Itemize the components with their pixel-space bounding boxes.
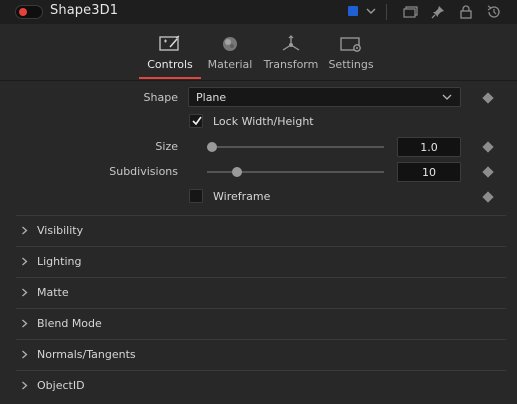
chevron-right-icon xyxy=(22,226,28,235)
wireframe-label: Wireframe xyxy=(213,190,271,203)
subdivisions-value: 10 xyxy=(422,166,436,179)
active-tab-indicator xyxy=(139,77,201,79)
node-enable-toggle[interactable] xyxy=(15,5,43,19)
size-slider-track[interactable] xyxy=(207,146,384,148)
chevron-right-icon xyxy=(22,350,28,359)
shape-dropdown-value: Plane xyxy=(196,91,227,104)
color-chip[interactable] xyxy=(348,6,358,16)
lock-width-height-label: Lock Width/Height xyxy=(213,115,314,128)
size-input[interactable]: 1.0 xyxy=(397,137,461,157)
checkmark-icon xyxy=(192,116,202,126)
pin-icon[interactable] xyxy=(429,3,447,21)
section-objectid-label: ObjectID xyxy=(37,379,85,392)
shape-keyframe-button[interactable] xyxy=(482,92,494,104)
tab-controls[interactable]: Controls xyxy=(139,34,201,80)
shape-label: Shape xyxy=(143,91,178,104)
subdivisions-keyframe-button[interactable] xyxy=(482,166,494,178)
material-icon xyxy=(223,37,237,51)
tab-transform[interactable]: Transform xyxy=(260,34,322,80)
wireframe-keyframe-button[interactable] xyxy=(482,191,494,203)
chevron-right-icon xyxy=(22,319,28,328)
chevron-right-icon xyxy=(22,257,28,266)
section-normals-tangents[interactable]: Normals/Tangents xyxy=(16,339,506,370)
subdivisions-slider-thumb[interactable] xyxy=(232,167,242,177)
chevron-right-icon xyxy=(22,381,28,390)
chevron-down-icon xyxy=(442,94,452,100)
tab-material-label: Material xyxy=(207,58,253,71)
section-matte[interactable]: Matte xyxy=(16,277,506,308)
tab-controls-label: Controls xyxy=(147,58,193,71)
wireframe-checkbox[interactable] xyxy=(189,189,203,203)
section-lighting-label: Lighting xyxy=(37,255,82,268)
section-blend-mode-label: Blend Mode xyxy=(37,317,102,330)
section-normals-tangents-label: Normals/Tangents xyxy=(37,348,136,361)
node-title: Shape3D1 xyxy=(50,3,119,18)
section-blend-mode[interactable]: Blend Mode xyxy=(16,308,506,339)
lock-icon[interactable] xyxy=(457,3,475,21)
chevron-right-icon xyxy=(22,288,28,297)
controls-icon xyxy=(159,35,180,51)
subdivisions-input[interactable]: 10 xyxy=(397,162,461,182)
reset-icon[interactable] xyxy=(485,3,503,21)
shape-dropdown[interactable]: Plane xyxy=(188,87,461,107)
settings-icon xyxy=(340,37,361,52)
size-label: Size xyxy=(155,140,178,153)
inspector-tabs: Controls Material Transform Settings xyxy=(0,24,517,80)
subdivisions-label: Subdivisions xyxy=(109,165,178,178)
section-visibility-label: Visibility xyxy=(37,224,84,237)
lock-width-height-checkbox[interactable] xyxy=(189,114,203,128)
chevron-down-icon[interactable] xyxy=(364,3,378,19)
size-value: 1.0 xyxy=(420,141,438,154)
section-lighting[interactable]: Lighting xyxy=(16,246,506,277)
tab-material[interactable]: Material xyxy=(202,34,258,80)
node-header: Shape3D1 xyxy=(0,0,517,24)
tabs-divider xyxy=(0,80,517,81)
size-keyframe-button[interactable] xyxy=(482,141,494,153)
section-matte-label: Matte xyxy=(37,286,69,299)
size-slider-thumb[interactable] xyxy=(207,142,217,152)
power-toggle-icon xyxy=(19,8,27,16)
tab-settings-label: Settings xyxy=(328,58,374,71)
section-objectid[interactable]: ObjectID xyxy=(16,370,506,401)
section-visibility[interactable]: Visibility xyxy=(16,215,506,246)
transform-icon xyxy=(282,35,300,51)
tab-transform-label: Transform xyxy=(263,58,319,71)
windows-icon[interactable] xyxy=(401,3,419,21)
tab-settings[interactable]: Settings xyxy=(324,34,378,80)
header-separator xyxy=(386,4,387,20)
